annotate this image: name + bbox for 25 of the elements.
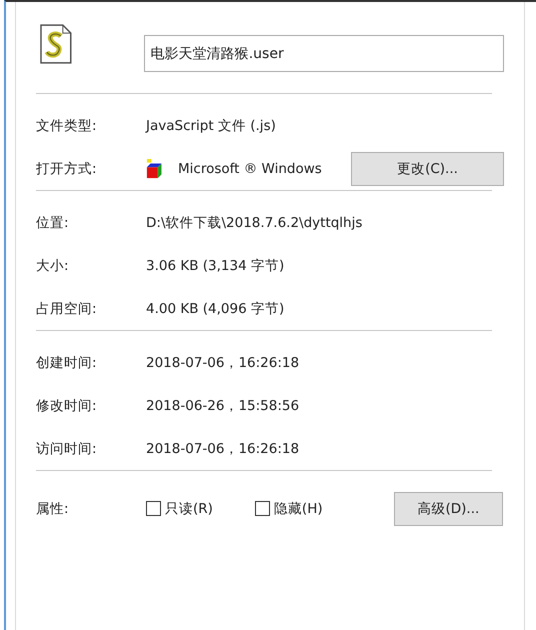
checkbox-label[interactable]: 隐藏(H) [274, 500, 323, 518]
field-value: 2018-07-06，16:26:18 [146, 440, 300, 458]
field-label: 打开方式: [36, 160, 98, 178]
field-label: 创建时间: [36, 354, 98, 372]
field-value: JavaScript 文件 (.js) [146, 116, 276, 134]
field-label: 属性: [36, 500, 70, 518]
field-label: 文件类型: [36, 116, 98, 134]
field-label: 大小: [36, 256, 70, 274]
app-name: Microsoft ® Windows [178, 160, 322, 176]
field-value: 4.00 KB (4,096 字节) [146, 300, 284, 318]
checkbox[interactable] [254, 501, 270, 516]
checkbox-label[interactable]: 只读(R) [165, 500, 213, 518]
field-value: D:\软件下载\2018.7.6.2\dyttqlhjs [146, 214, 362, 232]
field-label: 修改时间: [36, 396, 98, 414]
field-value: 2018-06-26，15:58:56 [146, 396, 300, 414]
script-file-icon [39, 24, 73, 64]
field-value: 2018-07-06，16:26:18 [146, 354, 300, 372]
advanced-button[interactable]: 高级(D)... [394, 492, 503, 526]
field-label: 位置: [36, 214, 70, 232]
change-button[interactable]: 更改(C)... [351, 152, 504, 186]
field-label: 访问时间: [36, 440, 98, 458]
file-name-field[interactable]: 电影天堂清路猴.user [144, 35, 504, 72]
field-value: 3.06 KB (3,134 字节) [146, 256, 284, 274]
checkbox[interactable] [146, 501, 161, 516]
field-label: 占用空间: [36, 300, 98, 318]
